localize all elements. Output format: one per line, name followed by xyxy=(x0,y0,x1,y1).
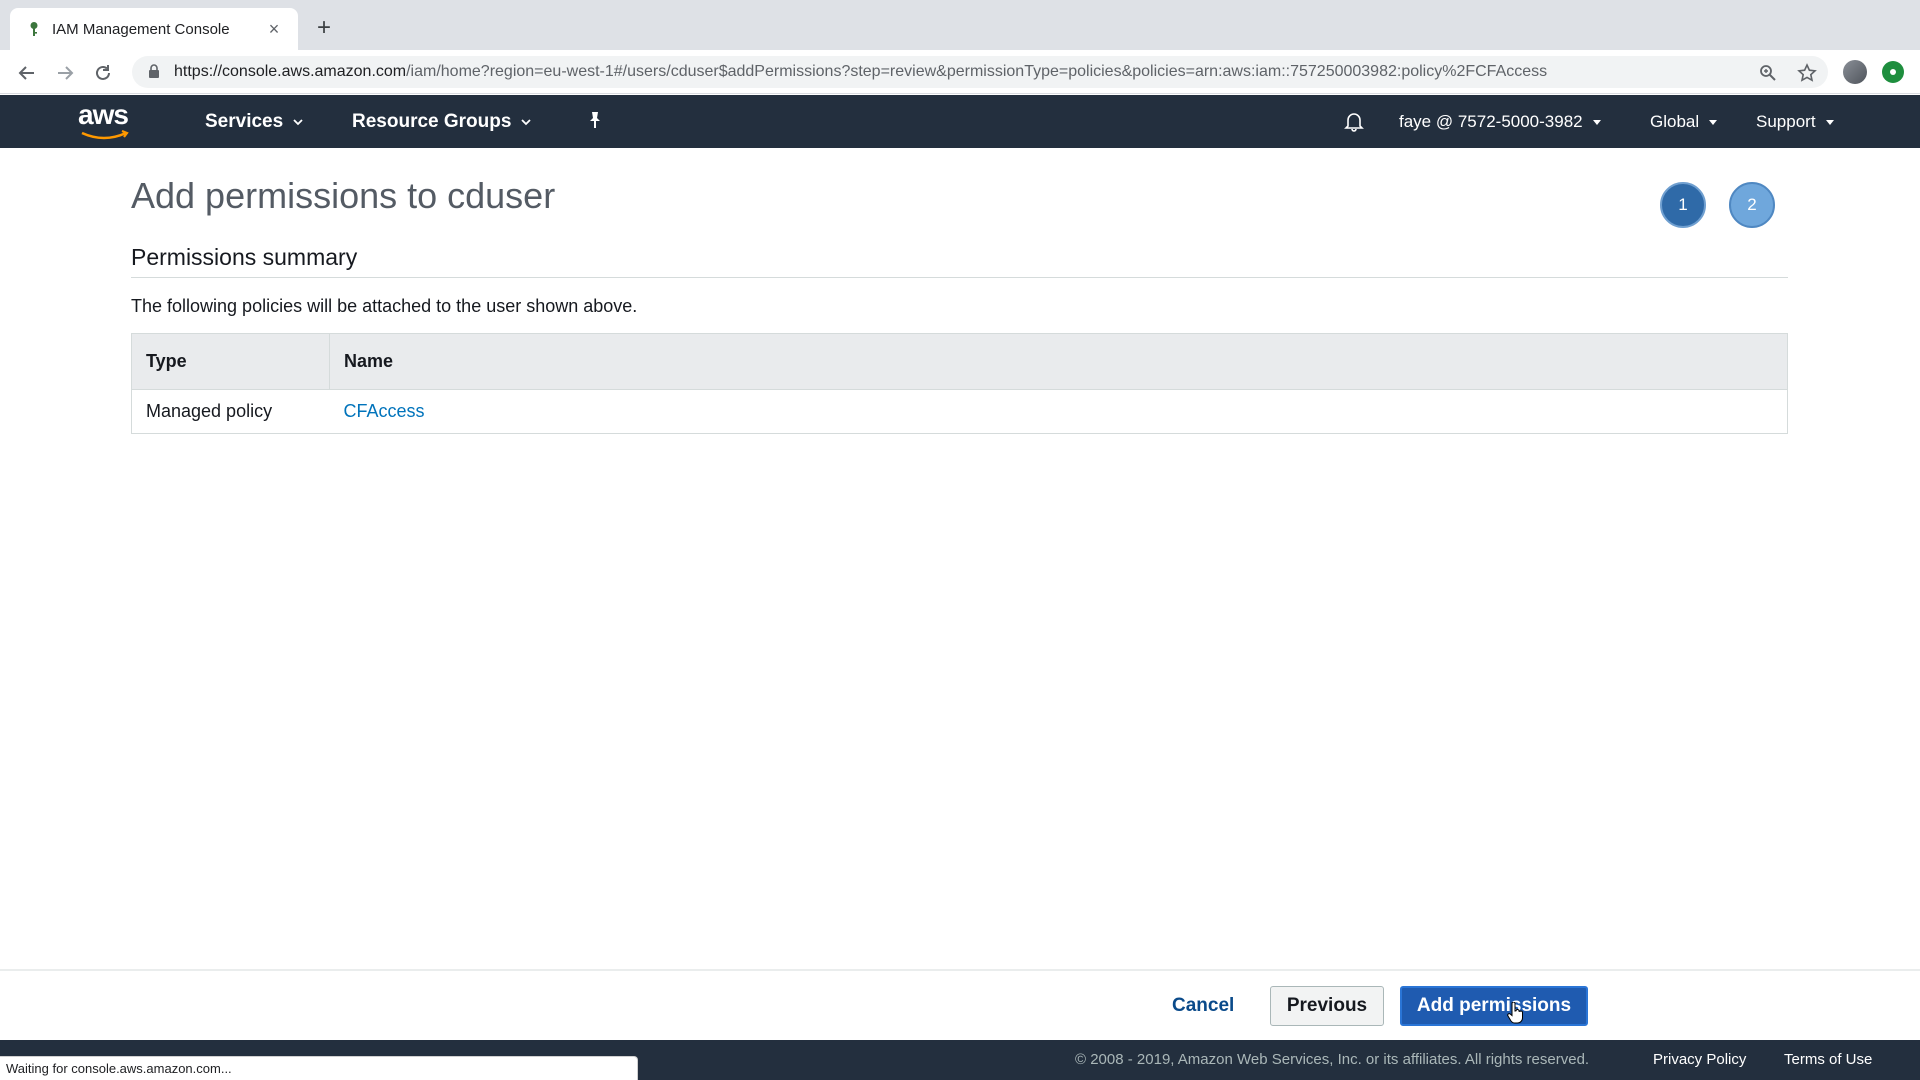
caret-down-icon xyxy=(1825,120,1834,125)
chevron-down-icon xyxy=(293,119,303,126)
support-menu[interactable]: Support xyxy=(1756,112,1834,132)
browser-status-bar: Waiting for console.aws.amazon.com... xyxy=(0,1056,638,1080)
cancel-button[interactable]: Cancel xyxy=(1160,986,1246,1026)
star-icon[interactable] xyxy=(1796,62,1818,84)
url-path: /iam/home?region=eu-west-1#/users/cduser… xyxy=(406,63,1548,80)
url-host: https://console.aws.amazon.com xyxy=(174,63,407,80)
previous-button[interactable]: Previous xyxy=(1270,986,1384,1026)
services-label: Services xyxy=(205,111,284,132)
page-title: Add permissions to cduser xyxy=(131,175,556,216)
section-description: The following policies will be attached … xyxy=(131,296,638,316)
section-title: Permissions summary xyxy=(131,244,358,270)
cell-type: Managed policy xyxy=(131,389,330,434)
resource-groups-menu[interactable]: Resource Groups xyxy=(352,111,532,133)
caret-down-icon xyxy=(1592,120,1601,125)
region-menu[interactable]: Global xyxy=(1650,112,1718,132)
bell-icon[interactable] xyxy=(1343,110,1365,132)
permissions-table: Type Name Managed policy CFAccess xyxy=(131,333,1788,434)
copyright-text: © 2008 - 2019, Amazon Web Services, Inc.… xyxy=(1075,1051,1590,1068)
tab-title: IAM Management Console xyxy=(52,20,230,38)
browser-toolbar: https://console.aws.amazon.com /iam/home… xyxy=(0,50,1920,94)
extension-icon[interactable] xyxy=(1882,61,1904,83)
table-header-row: Type Name xyxy=(131,333,1788,390)
caret-down-icon xyxy=(1709,120,1718,125)
privacy-policy-link[interactable]: Privacy Policy xyxy=(1653,1051,1746,1068)
cell-name: CFAccess xyxy=(329,389,1788,434)
chevron-down-icon xyxy=(521,119,532,126)
account-label: faye @ 7572-5000-3982 xyxy=(1399,112,1583,131)
reload-icon[interactable] xyxy=(90,60,116,86)
terms-of-use-link[interactable]: Terms of Use xyxy=(1784,1051,1872,1068)
services-menu[interactable]: Services xyxy=(205,111,303,133)
aws-logo[interactable]: aws xyxy=(78,101,136,141)
resource-groups-label: Resource Groups xyxy=(352,111,512,132)
account-menu[interactable]: faye @ 7572-5000-3982 xyxy=(1399,112,1601,132)
aws-logo-text: aws xyxy=(78,99,129,130)
back-icon[interactable] xyxy=(14,60,40,86)
address-bar[interactable]: https://console.aws.amazon.com /iam/home… xyxy=(132,56,1828,88)
wizard-step-2[interactable]: 2 xyxy=(1729,182,1775,228)
forward-icon[interactable] xyxy=(52,60,78,86)
lock-icon xyxy=(148,64,162,80)
pin-icon[interactable] xyxy=(586,110,604,130)
browser-tab[interactable]: IAM Management Console × xyxy=(10,8,298,50)
action-bar-divider xyxy=(0,969,1920,971)
zoom-icon[interactable] xyxy=(1757,62,1779,84)
region-label: Global xyxy=(1650,112,1700,131)
browser-tabstrip: IAM Management Console × + xyxy=(0,0,1920,50)
column-header-name[interactable]: Name xyxy=(329,333,1788,390)
hand-cursor-icon xyxy=(1507,1002,1523,1024)
close-icon[interactable]: × xyxy=(264,19,284,40)
aws-top-nav: aws Services Resource Groups faye @ 7572… xyxy=(0,95,1920,148)
table-row: Managed policy CFAccess xyxy=(131,389,1788,434)
column-header-type[interactable]: Type xyxy=(131,333,330,390)
policy-link[interactable]: CFAccess xyxy=(344,401,425,421)
support-label: Support xyxy=(1756,112,1816,131)
profile-avatar[interactable] xyxy=(1843,60,1867,84)
new-tab-icon[interactable]: + xyxy=(310,14,338,42)
section-divider xyxy=(131,277,1788,278)
key-icon xyxy=(26,21,42,37)
wizard-step-1[interactable]: 1 xyxy=(1660,182,1706,228)
aws-smile-icon xyxy=(81,129,129,140)
add-permissions-button[interactable]: Add permissions xyxy=(1400,986,1588,1026)
